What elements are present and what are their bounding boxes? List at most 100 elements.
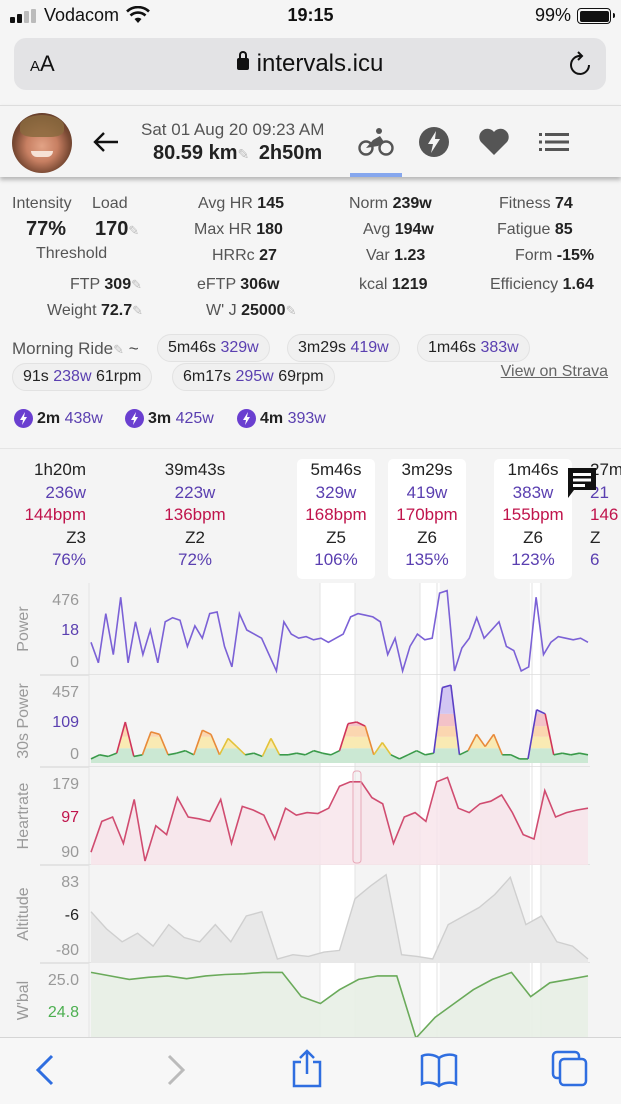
- y-tick-label: 24.8: [48, 1004, 79, 1021]
- chevron-right-icon[interactable]: [163, 1052, 189, 1088]
- status-bar: Vodacom 19:15 99%: [0, 0, 621, 34]
- y-tick-label: 97: [61, 809, 79, 826]
- activity-header: Sat 01 Aug 20 09:23 AM 80.59 km✎ 2h50m: [0, 105, 621, 177]
- y-tick-label: 457: [52, 684, 79, 701]
- y-tick-label: 179: [52, 776, 79, 793]
- intensity-label: Intensity: [12, 195, 72, 212]
- chart-axis-label: Power: [15, 606, 32, 652]
- lock-icon: [236, 51, 249, 70]
- interval-chip[interactable]: 1m46s 383w: [417, 334, 530, 362]
- best-effort[interactable]: 2m 438w: [14, 409, 103, 428]
- url-text: intervals.icu: [256, 50, 384, 77]
- book-icon[interactable]: [420, 1052, 458, 1088]
- activity-date: Sat 01 Aug 20 09:23 AM: [141, 120, 325, 139]
- charts-area[interactable]: Power 476 18 0 30s Power 457 109 0 Heartrate 179 9…: [0, 583, 621, 1038]
- bicycle-icon: [358, 128, 394, 156]
- avg-hr-stat: Avg HR 145: [198, 195, 284, 212]
- url-field[interactable]: intervals.icu: [14, 50, 606, 78]
- wprime-stat: W' J 25000✎: [206, 302, 297, 319]
- user-avatar[interactable]: [12, 113, 72, 173]
- interval-card[interactable]: 5m46s 329w 168bpm Z5 106%: [297, 459, 375, 579]
- address-bar[interactable]: AA intervals.icu: [14, 38, 606, 90]
- interval-highlight: [529, 583, 540, 675]
- chart-axis-label: 30s Power: [15, 683, 32, 759]
- lightning-icon: [14, 409, 33, 428]
- lightning-icon: [125, 409, 144, 428]
- intensity-value: 77%: [26, 218, 67, 240]
- edit-pencil-icon[interactable]: ✎: [132, 303, 143, 318]
- tab-ride[interactable]: [350, 122, 402, 177]
- interval-card[interactable]: 39m43s 223w 136bpm Z2 72%: [150, 459, 240, 579]
- chevron-left-icon[interactable]: [32, 1052, 58, 1088]
- load-value: 170: [95, 218, 129, 240]
- comment-icon[interactable]: [566, 466, 598, 500]
- edit-pencil-icon[interactable]: ✎: [286, 303, 297, 318]
- chart-axis-label: W'bal: [15, 981, 32, 1021]
- view-on-strava-link[interactable]: View on Strava: [501, 363, 608, 381]
- edit-pencil-icon[interactable]: ✎: [238, 146, 250, 162]
- interval-chip[interactable]: 6m17s 295w 69rpm: [172, 363, 335, 391]
- activity-name[interactable]: Morning Ride✎ ~: [12, 339, 139, 359]
- threshold-label: Threshold: [36, 245, 108, 262]
- interval-card[interactable]: 3m29s 419w 170bpm Z6 135%: [388, 459, 466, 579]
- load-label: Load: [92, 195, 128, 212]
- battery-icon: [577, 8, 615, 24]
- y-tick-label: 83: [61, 874, 79, 891]
- heart-icon: [479, 128, 509, 155]
- y-tick-label: -80: [56, 942, 79, 959]
- y-tick-label: 0: [70, 746, 79, 763]
- tab-list[interactable]: [528, 122, 580, 162]
- best-effort[interactable]: 3m 425w: [125, 409, 214, 428]
- avg-power-stat: Avg 194w: [363, 221, 434, 238]
- norm-power-stat: Norm 239w: [349, 195, 432, 212]
- ftp-value: 309: [104, 276, 132, 293]
- y-tick-label: -6: [65, 907, 79, 924]
- list-icon: [539, 133, 569, 151]
- interval-chip[interactable]: 3m29s 419w: [287, 334, 400, 362]
- best-effort[interactable]: 4m 393w: [237, 409, 326, 428]
- load-stat: 170✎: [95, 218, 139, 241]
- edit-pencil-icon[interactable]: ✎: [113, 342, 124, 357]
- y-tick-label: 25.0: [48, 972, 79, 989]
- fitness-stat: Fitness 74: [499, 195, 573, 212]
- interval-card[interactable]: 1m46s 383w 155bpm Z6 123%: [494, 459, 572, 579]
- distance: 80.59 km: [153, 142, 238, 164]
- edit-pencil-icon[interactable]: ✎: [131, 277, 142, 292]
- eftp-stat: eFTP 306w: [197, 276, 280, 293]
- y-tick-label: 109: [52, 714, 79, 731]
- tabs-icon[interactable]: [551, 1050, 589, 1088]
- lightning-icon: [237, 409, 256, 428]
- chart-axis-label: Heartrate: [15, 783, 32, 850]
- activity-summary: 80.59 km✎ 2h50m: [153, 142, 322, 165]
- edit-pencil-icon[interactable]: ✎: [128, 223, 139, 238]
- interval-strip[interactable]: 1h20m 236w 144bpm Z3 76% 39m43s 223w 136bpm Z2 7…: [0, 448, 621, 583]
- tab-power[interactable]: [408, 122, 460, 162]
- y-tick-label: 90: [61, 844, 79, 861]
- interval-chip[interactable]: 5m46s 329w: [157, 334, 270, 362]
- clock: 19:15: [287, 5, 334, 25]
- interval-card[interactable]: 1h20m 236w 144bpm Z3 76%: [10, 459, 86, 579]
- weight-stat: Weight 72.7✎: [47, 302, 144, 319]
- share-icon[interactable]: [290, 1048, 324, 1088]
- y-tick-label: 18: [61, 622, 79, 639]
- fatigue-stat: Fatigue 85: [497, 221, 573, 238]
- battery-percent: 99%: [534, 5, 571, 25]
- interval-chip[interactable]: 91s 238w 61rpm: [12, 363, 153, 391]
- ftp-stat: FTP 309✎: [70, 276, 142, 293]
- duration: 2h50m: [258, 142, 323, 164]
- weight-value: 72.7: [100, 302, 133, 319]
- arrow-left-icon[interactable]: [92, 130, 120, 154]
- chart-axis-label: Altitude: [15, 887, 32, 940]
- reload-icon[interactable]: [568, 50, 594, 78]
- lightning-icon: [419, 127, 449, 157]
- activity-charts[interactable]: Power 476 18 0 30s Power 457 109 0 Heartrate 179 9…: [0, 583, 621, 1038]
- max-hr-stat: Max HR 180: [194, 221, 283, 238]
- y-tick-label: 0: [70, 654, 79, 671]
- variability-stat: Var 1.23: [366, 247, 426, 264]
- tab-heart[interactable]: [468, 122, 520, 162]
- hrrc-stat: HRRc 27: [212, 247, 277, 264]
- kcal-stat: kcal 1219: [359, 276, 428, 293]
- y-tick-label: 476: [52, 592, 79, 609]
- interval-highlight: [319, 583, 355, 675]
- browser-toolbar: [0, 1037, 621, 1104]
